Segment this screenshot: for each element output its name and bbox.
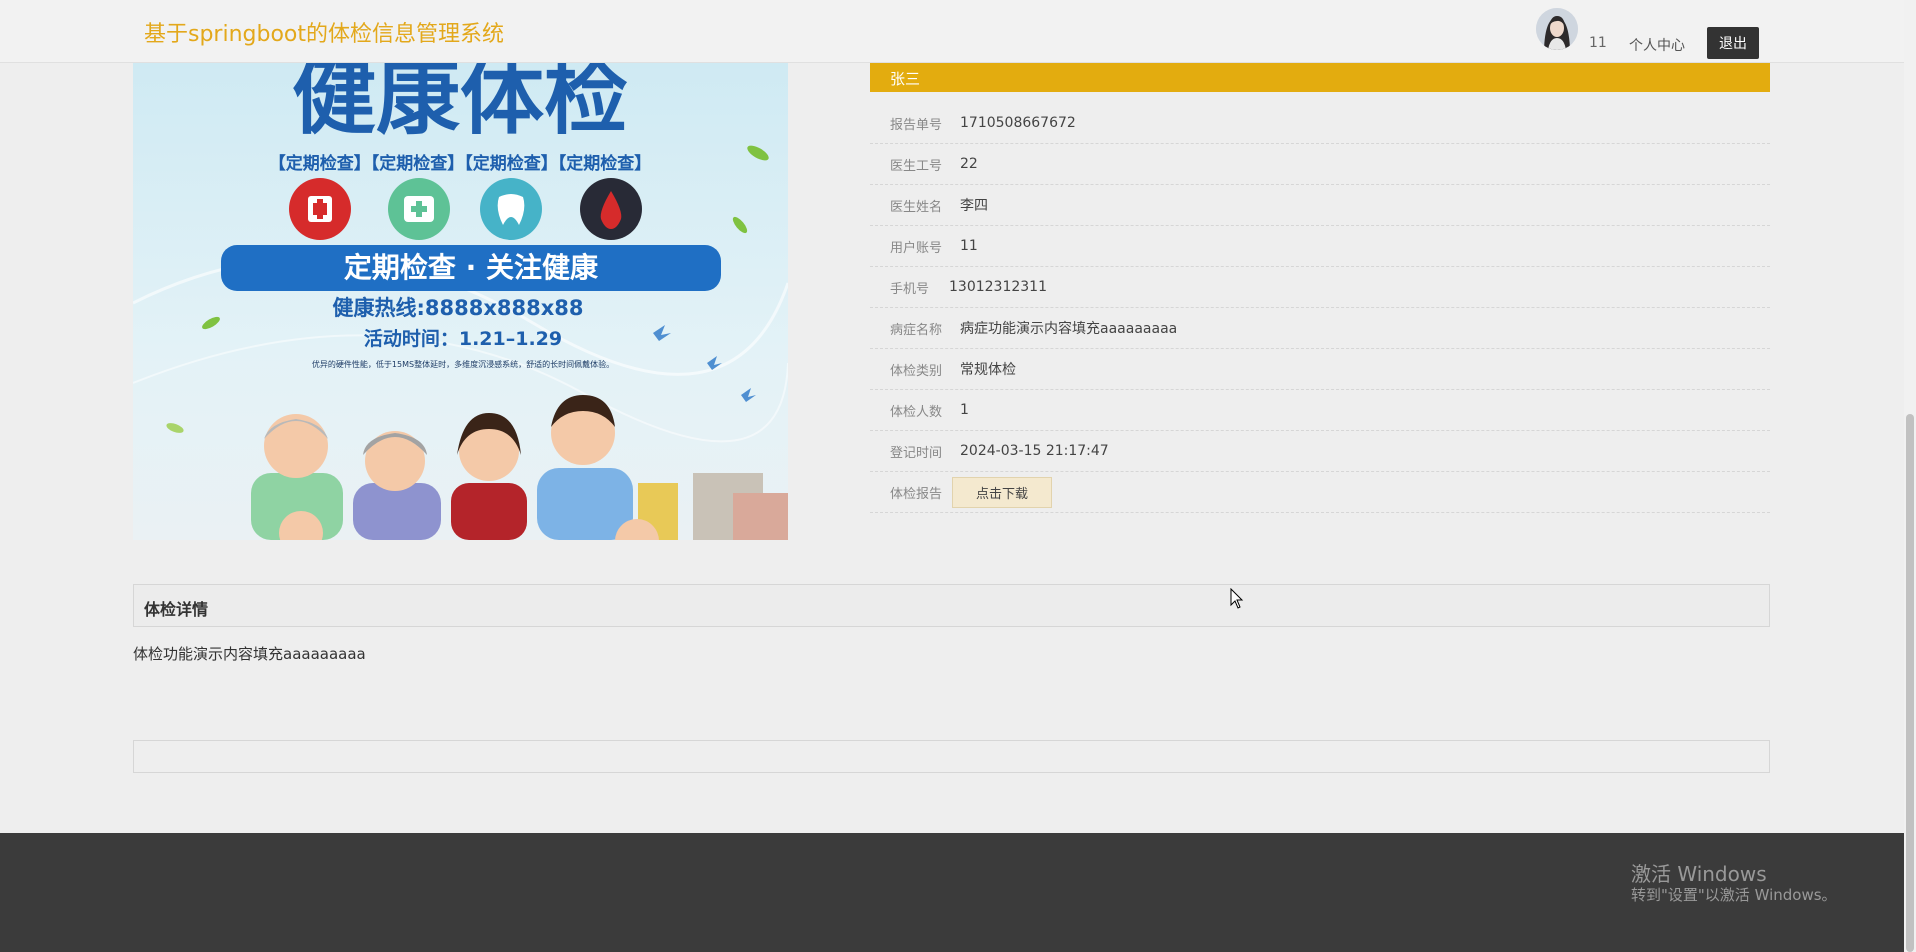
info-label: 体检人数 xyxy=(890,404,943,420)
info-row-symptom: 病症名称 病症功能演示内容填充aaaaaaaaa xyxy=(870,308,1770,349)
info-label: 手机号 xyxy=(890,281,930,297)
info-value: 病症功能演示内容填充aaaaaaaaa xyxy=(960,321,1178,337)
health-poster: 健康体检 【定期检查】【定期检查】【定期检查】【定期检查】 定期检查 · 关注健… xyxy=(133,63,788,540)
info-value: 李四 xyxy=(960,198,989,214)
top-header: 基于springboot的体检信息管理系统 11 个人中心 退出 xyxy=(0,0,1904,63)
details-content: 体检功能演示内容填充aaaaaaaaa xyxy=(133,645,366,663)
tooth-icon xyxy=(480,178,542,240)
info-value: 13012312311 xyxy=(949,279,1047,295)
site-title[interactable]: 基于springboot的体检信息管理系统 xyxy=(144,16,504,48)
info-row-exam-count: 体检人数 1 xyxy=(870,390,1770,431)
info-row-report-number: 报告单号 1710508667672 xyxy=(870,103,1770,144)
user-avatar[interactable] xyxy=(1536,8,1578,50)
poster-banner: 定期检查 · 关注健康 xyxy=(344,251,599,284)
info-row-exam-report: 体检报告 点击下载 xyxy=(870,472,1770,513)
windows-activation-subtitle: 转到"设置"以激活 Windows。 xyxy=(1631,886,1837,904)
info-row-phone: 手机号 13012312311 xyxy=(870,267,1770,308)
info-label: 病症名称 xyxy=(890,322,943,338)
windows-activation-title: 激活 Windows xyxy=(1631,862,1767,886)
mouse-cursor-icon xyxy=(1230,588,1244,609)
info-value: 2024-03-15 21:17:47 xyxy=(960,443,1109,459)
page-footer xyxy=(0,833,1904,952)
empty-section-box xyxy=(133,740,1770,773)
info-value: 1710508667672 xyxy=(960,115,1076,131)
record-info-list: 报告单号 1710508667672 医生工号 22 医生姓名 李四 用户账号 … xyxy=(870,103,1770,513)
details-section-title: 体检详情 xyxy=(133,584,1770,627)
info-label: 登记时间 xyxy=(890,445,943,461)
family-illustration xyxy=(251,395,659,540)
info-row-register-time: 登记时间 2024-03-15 21:17:47 xyxy=(870,431,1770,472)
info-value: 22 xyxy=(960,156,978,172)
patient-name-header: 张三 xyxy=(870,63,1770,92)
first-aid-icon xyxy=(289,178,351,240)
info-label: 用户账号 xyxy=(890,240,943,256)
blood-drop-icon xyxy=(580,178,642,240)
poster-small-print: 优异的硬件性能，低于15MS整体延时，多维度沉浸感系统，舒适的长时间佩戴体验。 xyxy=(312,359,614,369)
info-row-user-account: 用户账号 11 xyxy=(870,226,1770,267)
poster-activity-time: 活动时间：1.21–1.29 xyxy=(364,327,562,350)
product-image: 健康体检 【定期检查】【定期检查】【定期检查】【定期检查】 定期检查 · 关注健… xyxy=(133,63,788,540)
poster-hotline: 健康热线:8888x888x88 xyxy=(333,296,584,320)
download-report-button[interactable]: 点击下载 xyxy=(952,476,1053,508)
scrollbar-thumb[interactable] xyxy=(1906,414,1914,952)
info-value: 常规体检 xyxy=(960,362,1017,378)
poster-headline: 健康体检 xyxy=(292,63,628,146)
medicine-icon xyxy=(388,178,450,240)
info-label: 体检报告 xyxy=(890,486,943,502)
avatar-image xyxy=(1536,8,1578,50)
info-row-doctor-name: 医生姓名 李四 xyxy=(870,185,1770,226)
info-label: 体检类别 xyxy=(890,363,943,379)
info-row-exam-category: 体检类别 常规体检 xyxy=(870,349,1770,390)
poster-tags: 【定期检查】【定期检查】【定期检查】【定期检查】 xyxy=(269,153,652,174)
info-row-doctor-id: 医生工号 22 xyxy=(870,144,1770,185)
vertical-scrollbar[interactable] xyxy=(1904,0,1916,952)
personal-center-link[interactable]: 个人中心 xyxy=(1629,35,1685,55)
info-value: 11 xyxy=(960,238,978,254)
info-label: 报告单号 xyxy=(890,117,943,133)
username: 11 xyxy=(1589,35,1607,51)
info-value: 1 xyxy=(960,402,969,418)
logout-button[interactable]: 退出 xyxy=(1707,27,1759,59)
info-label: 医生工号 xyxy=(890,158,943,174)
info-label: 医生姓名 xyxy=(890,199,943,215)
